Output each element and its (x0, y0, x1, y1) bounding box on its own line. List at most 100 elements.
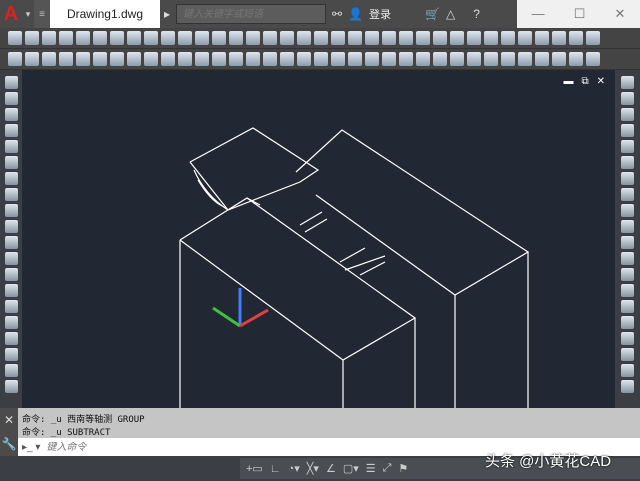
tool-icon[interactable] (5, 300, 18, 313)
tool-icon[interactable] (621, 172, 634, 185)
tool-icon[interactable] (195, 52, 209, 66)
tool-icon[interactable] (621, 268, 634, 281)
tool-icon[interactable] (5, 236, 18, 249)
tool-icon[interactable] (484, 31, 498, 45)
tool-icon[interactable] (5, 140, 18, 153)
tool-icon[interactable] (76, 52, 90, 66)
tool-icon[interactable] (178, 31, 192, 45)
tool-icon[interactable] (484, 52, 498, 66)
cart-icon[interactable]: 🛒 (425, 7, 440, 21)
tool-icon[interactable] (467, 31, 481, 45)
help-icon[interactable]: ? (473, 7, 480, 21)
tool-icon[interactable] (621, 332, 634, 345)
tool-icon[interactable] (518, 52, 532, 66)
tool-icon[interactable] (127, 31, 141, 45)
tool-icon[interactable] (178, 52, 192, 66)
tool-icon[interactable] (621, 204, 634, 217)
tool-icon[interactable] (621, 364, 634, 377)
wrench-icon[interactable]: 🔧 (2, 437, 17, 451)
tool-icon[interactable] (621, 156, 634, 169)
tool-icon[interactable] (212, 52, 226, 66)
tool-icon[interactable] (450, 52, 464, 66)
tool-icon[interactable] (382, 31, 396, 45)
tool-icon[interactable] (621, 108, 634, 121)
tool-icon[interactable] (5, 252, 18, 265)
tool-icon[interactable] (467, 52, 481, 66)
close-icon[interactable]: ✕ (4, 413, 14, 427)
tool-icon[interactable] (586, 52, 600, 66)
search-input[interactable] (176, 4, 326, 24)
tool-icon[interactable] (25, 31, 39, 45)
tool-icon[interactable] (5, 76, 18, 89)
tool-icon[interactable] (501, 52, 515, 66)
tool-icon[interactable] (331, 31, 345, 45)
tool-icon[interactable] (110, 31, 124, 45)
tool-icon[interactable] (263, 31, 277, 45)
tool-icon[interactable] (416, 31, 430, 45)
tool-icon[interactable] (331, 52, 345, 66)
ortho-icon[interactable]: ∟ (270, 463, 281, 475)
tool-icon[interactable] (212, 31, 226, 45)
document-tab[interactable]: Drawing1.dwg (50, 0, 160, 28)
tool-icon[interactable] (5, 284, 18, 297)
tool-icon[interactable] (621, 348, 634, 361)
tool-icon[interactable] (5, 156, 18, 169)
tool-icon[interactable] (280, 31, 294, 45)
tool-icon[interactable] (42, 52, 56, 66)
tool-icon[interactable] (586, 31, 600, 45)
tool-icon[interactable] (433, 31, 447, 45)
osnap-icon[interactable]: ╳▾ (307, 462, 319, 475)
tool-icon[interactable] (450, 31, 464, 45)
tool-icon[interactable] (5, 380, 18, 393)
tool-icon[interactable] (416, 52, 430, 66)
autodesk-icon[interactable]: △ (446, 7, 455, 21)
tool-icon[interactable] (621, 92, 634, 105)
tool-icon[interactable] (433, 52, 447, 66)
tool-icon[interactable] (229, 31, 243, 45)
tool-icon[interactable] (297, 52, 311, 66)
tool-icon[interactable] (314, 31, 328, 45)
tool-icon[interactable] (621, 188, 634, 201)
close-button[interactable]: ✕ (615, 6, 626, 22)
tool-icon[interactable] (297, 31, 311, 45)
polar-icon[interactable]: ◔▾ (288, 462, 300, 475)
tool-icon[interactable] (5, 92, 18, 105)
tool-icon[interactable] (399, 31, 413, 45)
tool-icon[interactable] (314, 52, 328, 66)
tool-icon[interactable] (263, 52, 277, 66)
tool-icon[interactable] (246, 52, 260, 66)
tool-icon[interactable] (5, 332, 18, 345)
tool-icon[interactable] (569, 31, 583, 45)
tool-icon[interactable] (5, 364, 18, 377)
tool-icon[interactable] (93, 52, 107, 66)
dynucs-icon[interactable]: ∠ (326, 462, 336, 475)
command-input[interactable] (46, 442, 180, 453)
app-menu-dropdown[interactable]: ▾ (22, 0, 34, 28)
tool-icon[interactable] (5, 268, 18, 281)
tool-icon[interactable] (621, 252, 634, 265)
tool-icon[interactable] (42, 31, 56, 45)
tool-icon[interactable] (195, 31, 209, 45)
tool-icon[interactable] (569, 52, 583, 66)
tool-icon[interactable] (399, 52, 413, 66)
tool-icon[interactable] (621, 140, 634, 153)
drawing-canvas[interactable]: ▬ ⧉ ✕ (22, 70, 615, 408)
login-link[interactable]: 登录 (369, 6, 391, 22)
tool-icon[interactable] (5, 220, 18, 233)
tool-icon[interactable] (76, 31, 90, 45)
3dosnap-icon[interactable]: ▢▾ (343, 462, 359, 475)
tool-icon[interactable] (229, 52, 243, 66)
prompt-icon[interactable]: ▸_ ▾ (22, 442, 40, 453)
tool-icon[interactable] (161, 52, 175, 66)
tool-icon[interactable] (535, 31, 549, 45)
annotation-icon[interactable]: ⚑ (398, 462, 408, 475)
tool-icon[interactable] (5, 124, 18, 137)
tool-icon[interactable] (621, 124, 634, 137)
tool-icon[interactable] (621, 380, 634, 393)
tool-icon[interactable] (127, 52, 141, 66)
tool-icon[interactable] (246, 31, 260, 45)
tool-icon[interactable] (518, 31, 532, 45)
tool-icon[interactable] (5, 348, 18, 361)
tool-icon[interactable] (8, 52, 22, 66)
tool-icon[interactable] (59, 31, 73, 45)
